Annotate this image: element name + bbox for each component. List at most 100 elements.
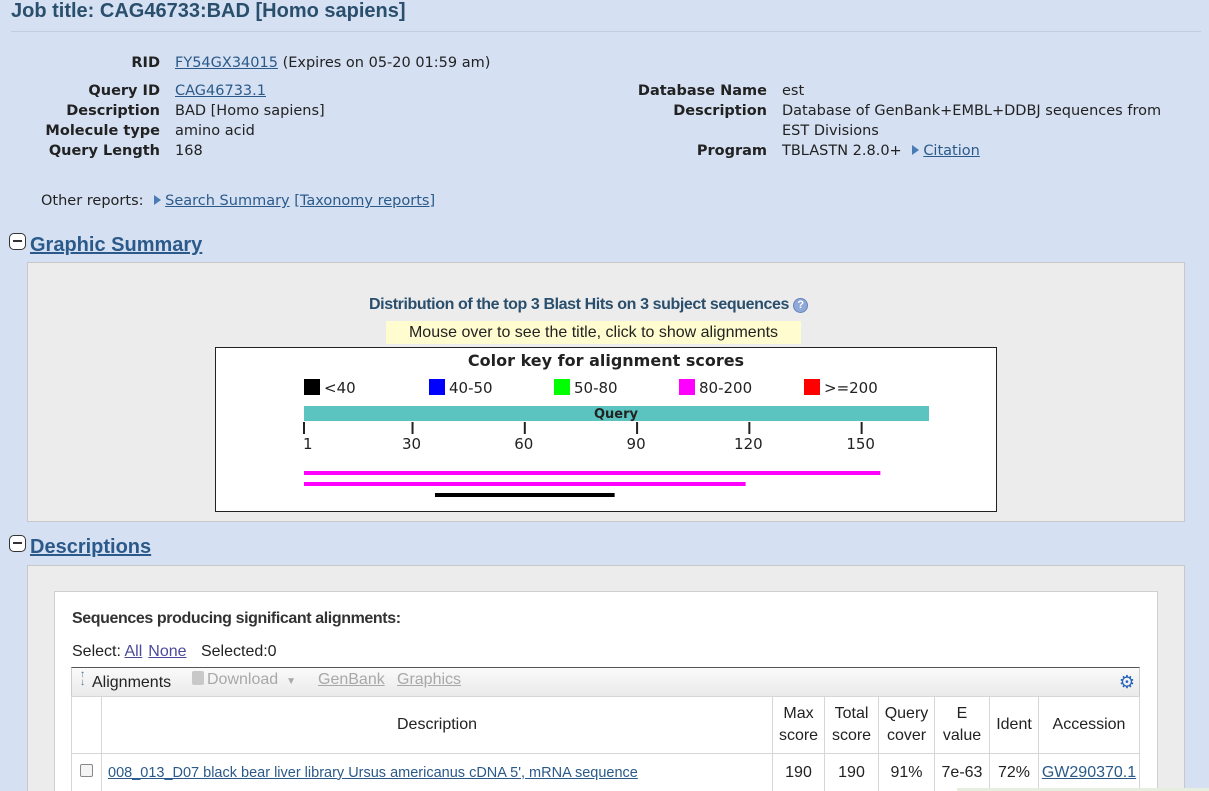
other-reports: Other reports: Search Summary [Taxonomy … [41, 193, 435, 209]
row-checkbox-cell [71, 753, 102, 791]
job-title: Job title: CAG46733:BAD [Homo sapiens] [11, 0, 406, 23]
row-accession-cell: GW290370.1 [1038, 753, 1140, 791]
taxonomy-reports-link[interactable]: [Taxonomy reports] [294, 193, 435, 209]
color-key-swatch [554, 379, 570, 395]
row-accession-link[interactable]: GW290370.1 [1042, 764, 1136, 781]
rid-label: RID [131, 55, 160, 71]
job-title-prefix: Job title: [11, 0, 100, 22]
download-button[interactable]: Download ▼ [192, 671, 296, 689]
program-label: Program [696, 143, 767, 159]
molecule-type-value: amino acid [175, 123, 255, 139]
table-header-row: Description Max score Total score Query cov… [71, 696, 1140, 754]
description-value: BAD [Homo sapiens] [175, 103, 325, 119]
row-total-score: 190 [824, 753, 879, 791]
alignments-label: Alignments [92, 674, 172, 691]
genbank-link[interactable]: GenBank [318, 671, 385, 689]
color-key-label: 40-50 [449, 379, 493, 397]
other-reports-label: Other reports: [41, 193, 144, 209]
row-ident: 72% [989, 753, 1039, 791]
database-name-value: est [782, 83, 805, 99]
collapse-icon[interactable] [9, 233, 26, 250]
search-summary-link[interactable]: Search Summary [165, 193, 290, 209]
citation-link[interactable]: Citation [923, 143, 980, 159]
axis-tick-label: 120 [734, 435, 763, 453]
graphic-summary-link[interactable]: Graphic Summary [30, 234, 202, 256]
query-axis: 1 30 60 90 120 150 [303, 422, 875, 453]
column-query-cover[interactable]: Query cover [878, 696, 935, 754]
rid-expiry: (Expires on 05-20 01:59 am) [282, 55, 491, 71]
database-description-line1: Database of GenBank+EMBL+DDBJ sequences … [782, 103, 1162, 119]
alignment-graphic-svg[interactable]: Color key for alignment scores <40 40-50 5… [216, 348, 996, 511]
query-id-link[interactable]: CAG46733.1 [175, 83, 266, 99]
collapse-icon[interactable] [9, 535, 26, 552]
sort-arrows-icon: ↑ ↓ [80, 669, 85, 688]
hit-bar[interactable] [434, 493, 615, 497]
help-icon[interactable]: ? [793, 298, 809, 313]
select-all-link[interactable]: All [124, 643, 142, 660]
table-row: 008_013_D07 black bear liver library Urs… [71, 753, 1140, 791]
query-label: Query [594, 407, 639, 422]
description-label: Description [66, 103, 160, 119]
rid-value: FY54GX34015 (Expires on 05-20 01:59 am) [175, 55, 490, 71]
row-query-cover: 91% [878, 753, 935, 791]
title-divider [11, 31, 1201, 32]
query-id-label: Query ID [88, 83, 160, 99]
gear-icon[interactable]: ⚙ [1119, 672, 1135, 693]
database-name-label: Database Name [637, 83, 767, 99]
download-label: Download [207, 671, 279, 688]
save-icon [192, 671, 204, 685]
hit-bar[interactable] [304, 471, 881, 475]
axis-tick-label: 150 [846, 435, 875, 453]
color-key-swatch [804, 379, 820, 395]
color-key-title: Color key for alignment scores [468, 351, 744, 370]
row-max-score: 190 [772, 753, 825, 791]
column-e-value[interactable]: Evalue [934, 696, 990, 754]
graphic-summary-header: Graphic Summary [9, 233, 202, 257]
column-max-score[interactable]: Max score [772, 696, 825, 754]
chevron-down-icon: ▼ [286, 676, 297, 687]
molecule-type-label: Molecule type [45, 123, 160, 139]
hit-bars[interactable] [304, 471, 881, 497]
mouse-over-note: Mouse over to see the title, click to sh… [386, 321, 801, 344]
axis-tick-label: 1 [303, 435, 313, 453]
column-description[interactable]: Description [101, 696, 773, 754]
alignment-graphic[interactable]: Color key for alignment scores <40 40-50 5… [215, 347, 997, 512]
axis-tick-label: 90 [627, 435, 646, 453]
descriptions-link[interactable]: Descriptions [30, 536, 151, 558]
column-accession[interactable]: Accession [1038, 696, 1140, 754]
expand-triangle-icon [154, 195, 162, 205]
row-description-cell: 008_013_D07 black bear liver library Urs… [101, 753, 773, 791]
color-key-label: <40 [324, 379, 356, 397]
color-key-swatch [429, 379, 445, 395]
checkbox-header [71, 696, 102, 754]
alignments-button[interactable]: ↑ ↓ Alignments [80, 669, 172, 692]
descriptions-header: Descriptions [9, 535, 151, 559]
expand-triangle-icon [912, 145, 920, 155]
graphics-link[interactable]: Graphics [397, 671, 461, 689]
selected-count: Selected:0 [200, 643, 277, 660]
select-label: Select: [72, 643, 121, 660]
significant-alignments-title: Sequences producing significant alignmen… [72, 610, 401, 627]
results-table: Description Max score Total score Query cov… [71, 696, 1140, 791]
row-description-link[interactable]: 008_013_D07 black bear liver library Urs… [108, 765, 638, 781]
row-checkbox[interactable] [80, 763, 93, 777]
color-key-label: >=200 [824, 379, 878, 397]
hit-bar[interactable] [304, 482, 746, 486]
axis-tick-label: 30 [402, 435, 421, 453]
column-total-score[interactable]: Total score [824, 696, 879, 754]
query-length-label: Query Length [48, 143, 160, 159]
database-description-label: Description [673, 103, 767, 119]
column-ident[interactable]: Ident [989, 696, 1039, 754]
distribution-title: Distribution of the top 3 Blast Hits on … [369, 296, 809, 314]
database-description-line2: EST Divisions [782, 123, 879, 139]
color-key-swatch [304, 379, 320, 395]
select-none-link[interactable]: None [148, 643, 186, 660]
results-toolbar: ↑ ↓ Alignments Download ▼ GenBank Graphics … [71, 667, 1140, 696]
program-value: TBLASTN 2.8.0+ Citation [782, 143, 980, 159]
query-length-value: 168 [175, 143, 203, 159]
distribution-title-text: Distribution of the top 3 Blast Hits on … [369, 296, 790, 313]
job-title-text: CAG46733:BAD [Homo sapiens] [99, 0, 406, 22]
rid-link[interactable]: FY54GX34015 [175, 55, 278, 71]
program-name: TBLASTN 2.8.0+ [782, 143, 902, 159]
color-key: <40 40-50 50-80 80-200 >=200 [304, 379, 878, 397]
